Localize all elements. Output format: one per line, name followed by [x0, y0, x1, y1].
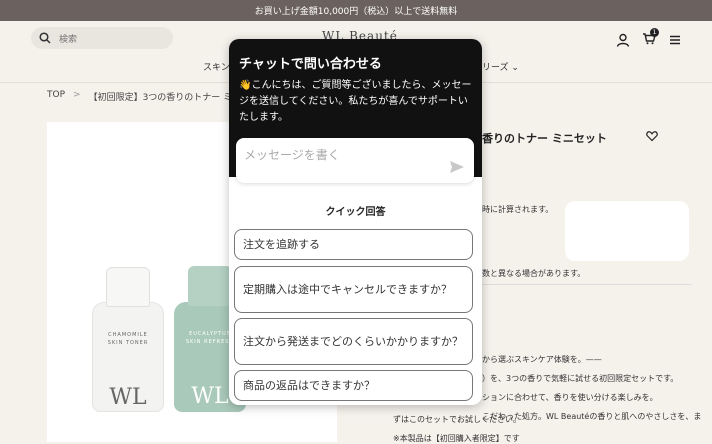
- breadcrumb-home[interactable]: TOP: [47, 90, 65, 103]
- message-composer: [236, 138, 474, 183]
- quick-reply-returns[interactable]: 商品の返品はできますか？: [234, 370, 473, 401]
- nav-item-series[interactable]: リーズ ⌄: [482, 60, 519, 73]
- bottle-cap: [188, 266, 232, 306]
- divider: [482, 284, 692, 285]
- search-bar[interactable]: 検索: [31, 27, 173, 49]
- desc-line-5: ずはこのセットでお試しください。: [393, 415, 521, 424]
- product-image-chamomile: CHAMOMILE SKIN TONER WL: [92, 267, 164, 412]
- desc-line-3: ションに合わせて、香りを使い分ける楽しみを。: [482, 393, 658, 402]
- chat-greeting: 👋こんにちは、ご質問等ございましたら、メッセージを送信してください。私たちが喜ん…: [239, 80, 472, 123]
- product-title: 香りのトナー ミニセット: [482, 132, 607, 145]
- desc-line-6: ※本製品は【初回購入者限定】です: [393, 434, 520, 443]
- quick-reply-shipping-time[interactable]: 注文から発送までどのくらいかかりますか？: [234, 318, 473, 365]
- cart-count-badge: 1: [650, 28, 659, 37]
- purchase-option-box[interactable]: [565, 201, 689, 261]
- announcement-text: お買い上げ金額10,000円（税込）以上で送料無料: [254, 7, 458, 17]
- breadcrumb-separator: >: [73, 90, 81, 100]
- search-icon: [39, 32, 51, 44]
- chat-widget: チャットで問い合わせる 👋こんにちは、ご質問等ございましたら、メッセージを送信し…: [229, 39, 482, 405]
- menu-icon[interactable]: [668, 33, 682, 47]
- bottle-cap: [106, 267, 150, 307]
- heart-icon[interactable]: [646, 130, 658, 142]
- quick-reply-cancel-subscription[interactable]: 定期購入は途中でキャンセルできますか？: [234, 266, 473, 313]
- bottle-brand: WL: [109, 385, 147, 410]
- desc-line-2: ）を、3つの香りで気軽に試せる初回限定セットです。: [482, 374, 679, 383]
- account-icon[interactable]: [616, 33, 630, 47]
- message-input[interactable]: [244, 146, 444, 164]
- stock-note: 数と異なる場合があります。: [482, 269, 586, 278]
- quick-replies-title: クイック回答: [325, 207, 386, 218]
- search-placeholder: 検索: [59, 34, 78, 45]
- desc-line-1: から選ぶスキンケア体験を。——: [482, 355, 602, 364]
- cart-button[interactable]: 1: [642, 28, 659, 48]
- announcement-bar: お買い上げ金額10,000円（税込）以上で送料無料: [0, 0, 712, 21]
- tax-note: 時に計算されます。: [482, 205, 554, 214]
- bottle-label: CHAMOMILE SKIN TONER: [107, 332, 149, 346]
- chat-title: チャットで問い合わせる: [239, 57, 382, 72]
- quick-reply-track-order[interactable]: 注文を追跡する: [234, 229, 473, 260]
- send-icon[interactable]: [449, 160, 465, 174]
